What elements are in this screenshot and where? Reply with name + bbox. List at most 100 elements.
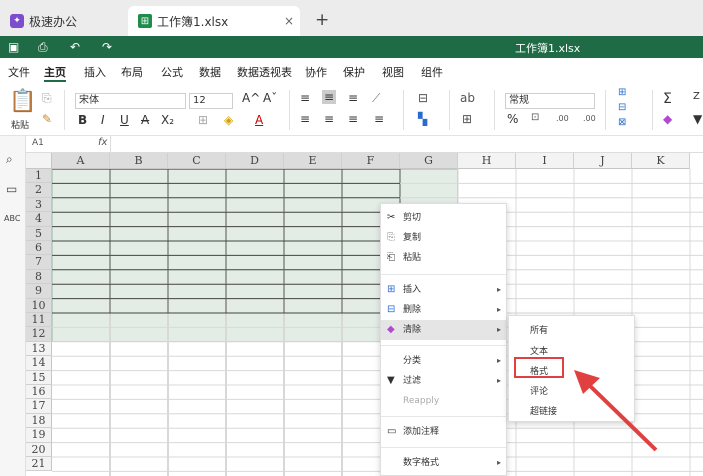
row-header-4[interactable]: 4	[26, 212, 52, 227]
strikethrough-button[interactable]: A	[141, 113, 149, 127]
menu-pivot[interactable]: 数据透视表	[237, 64, 292, 80]
column-header-F[interactable]: F	[342, 153, 400, 169]
submenu-hyperlinks[interactable]: 超链接	[530, 404, 557, 417]
grow-font-button[interactable]: A^	[242, 91, 260, 105]
menu-layout[interactable]: 布局	[121, 64, 143, 80]
row-header-2[interactable]: 2	[26, 183, 52, 198]
menu-filter[interactable]: ▼ 过滤 ▸	[381, 371, 506, 391]
align-top-icon[interactable]: ≡	[300, 91, 310, 105]
percent-button[interactable]: %	[507, 112, 518, 126]
border-icon[interactable]: ⊞	[198, 113, 208, 127]
align-bottom-icon[interactable]: ≡	[348, 91, 358, 105]
column-header-H[interactable]: H	[458, 153, 516, 169]
row-header-17[interactable]: 17	[26, 399, 52, 414]
tab-home[interactable]: ✦ 极速办公	[4, 6, 124, 36]
menu-data[interactable]: 数据	[199, 64, 221, 80]
row-header-19[interactable]: 19	[26, 428, 52, 443]
save-icon[interactable]: ▣	[8, 40, 19, 54]
row-header-8[interactable]: 8	[26, 269, 52, 285]
row-header-9[interactable]: 9	[26, 284, 52, 299]
currency-icon[interactable]: ⊡	[531, 112, 539, 123]
eraser-icon[interactable]: ◆	[663, 112, 672, 126]
menu-view[interactable]: 视图	[382, 64, 404, 80]
column-header-E[interactable]: E	[284, 153, 342, 169]
sort-icon[interactable]: Z	[693, 91, 700, 102]
menu-add-comment[interactable]: ▭ 添加注释	[381, 422, 506, 442]
column-header-K[interactable]: K	[632, 153, 690, 169]
menu-insert[interactable]: 插入	[84, 64, 106, 80]
menu-cut[interactable]: ✂ 剪切	[381, 208, 506, 228]
row-header-10[interactable]: 10	[26, 298, 52, 313]
sum-button[interactable]: Σ	[663, 91, 672, 107]
bold-button[interactable]: B	[78, 113, 87, 127]
merge-cells-icon[interactable]: ▚	[418, 112, 427, 126]
row-header-3[interactable]: 3	[26, 197, 52, 213]
copy-icon[interactable]: ⎘	[42, 91, 52, 106]
print-icon[interactable]: ⎙	[38, 40, 48, 55]
decrease-decimal-icon[interactable]: .00	[583, 114, 596, 123]
tab-workbook[interactable]: ⊞ 工作簿1.xlsx ×	[128, 6, 300, 36]
menu-protect[interactable]: 保护	[343, 64, 365, 80]
redo-icon[interactable]: ↷	[102, 40, 112, 54]
align-left-icon[interactable]: ≡	[300, 112, 310, 126]
insert-cells-icon[interactable]: ⊞	[618, 87, 626, 98]
submenu-comments[interactable]: 评论	[530, 384, 548, 397]
new-tab-icon[interactable]: +	[315, 10, 329, 30]
row-header-20[interactable]: 20	[26, 442, 52, 457]
formula-input[interactable]	[110, 136, 703, 152]
column-header-D[interactable]: D	[226, 153, 284, 169]
shrink-font-button[interactable]: Aˇ	[263, 91, 277, 105]
close-tab-icon[interactable]: ×	[284, 14, 294, 28]
column-header-I[interactable]: I	[516, 153, 574, 169]
column-header-B[interactable]: B	[110, 153, 168, 169]
menu-number-format[interactable]: 数字格式 ▸	[381, 453, 506, 473]
row-header-18[interactable]: 18	[26, 413, 52, 429]
menu-clear[interactable]: ◆ 清除 ▸	[381, 320, 506, 340]
row-header-6[interactable]: 6	[26, 241, 52, 256]
italic-button[interactable]: I	[101, 113, 105, 127]
column-header-A[interactable]: A	[52, 153, 110, 169]
column-header-J[interactable]: J	[574, 153, 632, 169]
font-name-select[interactable]: 宋体	[75, 93, 186, 109]
column-header-G[interactable]: G	[400, 153, 458, 169]
row-header-7[interactable]: 7	[26, 255, 52, 270]
column-header-C[interactable]: C	[168, 153, 226, 169]
menu-paste[interactable]: ⎗ 粘贴	[381, 248, 506, 268]
underline-button[interactable]: U	[120, 113, 129, 127]
align-center-icon[interactable]: ≡	[324, 112, 334, 126]
font-size-select[interactable]: 12	[189, 93, 233, 109]
menu-file[interactable]: 文件	[8, 64, 30, 80]
menu-collab[interactable]: 协作	[305, 64, 327, 80]
format-painter-icon[interactable]: ✎	[42, 112, 52, 126]
row-header-12[interactable]: 12	[26, 327, 52, 342]
row-header-5[interactable]: 5	[26, 226, 52, 241]
menu-home[interactable]: 主页	[44, 64, 66, 80]
submenu-text[interactable]: 文本	[530, 344, 548, 357]
filter-icon[interactable]: ▼	[693, 112, 702, 126]
function-icon[interactable]: fx	[98, 137, 107, 148]
fill-color-icon[interactable]: ◈	[224, 113, 233, 127]
undo-icon[interactable]: ↶	[70, 40, 80, 54]
increase-decimal-icon[interactable]: .00	[556, 114, 569, 123]
delete-cells-icon[interactable]: ⊟	[618, 102, 626, 113]
clear-format-icon[interactable]: ab	[460, 91, 475, 105]
submenu-all[interactable]: 所有	[530, 323, 548, 336]
row-header-13[interactable]: 13	[26, 341, 52, 357]
format-cells-icon[interactable]: ⊠	[618, 117, 626, 128]
row-header-16[interactable]: 16	[26, 385, 52, 400]
row-header-11[interactable]: 11	[26, 313, 52, 328]
menu-copy[interactable]: ⎘ 复制	[381, 228, 506, 248]
subscript-button[interactable]: X₂	[161, 113, 174, 127]
cell-reference[interactable]: A1	[32, 138, 44, 148]
align-middle-icon[interactable]: ≡	[322, 90, 337, 104]
justify-icon[interactable]: ≡	[374, 112, 384, 126]
align-right-icon[interactable]: ≡	[348, 112, 358, 126]
menu-sort[interactable]: 分类 ▸	[381, 351, 506, 371]
menu-insert[interactable]: ⊞ 插入 ▸	[381, 280, 506, 300]
menu-delete[interactable]: ⊟ 删除 ▸	[381, 300, 506, 320]
spellcheck-icon[interactable]: ABC	[4, 214, 20, 223]
text-orientation-icon[interactable]: ⟋	[372, 91, 380, 106]
comment-icon[interactable]: ▭	[6, 182, 17, 196]
menu-component[interactable]: 组件	[421, 64, 443, 80]
font-color-button[interactable]: A	[255, 113, 263, 127]
